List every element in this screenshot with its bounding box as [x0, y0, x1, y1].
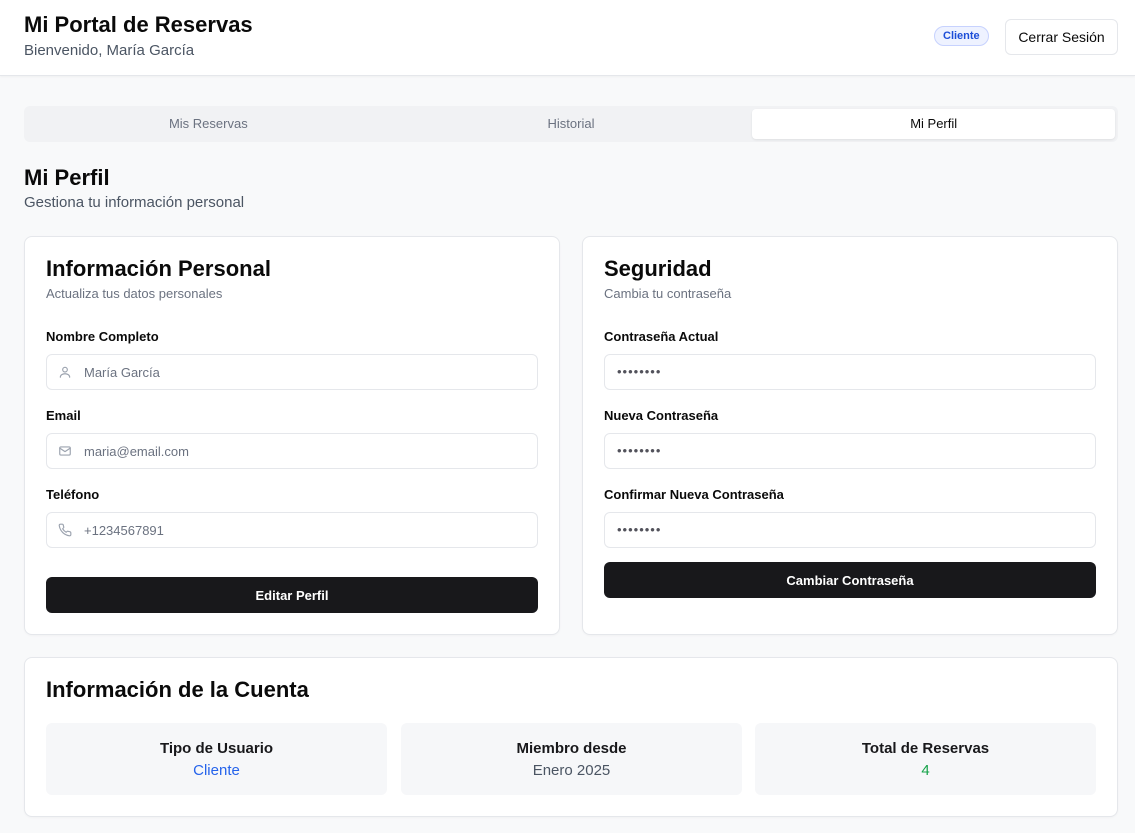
tab-mis-reservas[interactable]: Mis Reservas [27, 109, 390, 139]
new-password-input[interactable]: •••••••• [617, 434, 661, 468]
phone-field [46, 512, 538, 548]
confirm-password-field[interactable]: •••••••• [604, 512, 1096, 548]
user-icon [59, 366, 71, 378]
email-input[interactable] [84, 434, 529, 468]
stat-total-bookings: Total de Reservas 4 [755, 723, 1096, 795]
account-info-card: Información de la Cuenta Tipo de Usuario… [24, 657, 1118, 817]
edit-profile-button[interactable]: Editar Perfil [46, 577, 538, 613]
confirm-password-input[interactable]: •••••••• [617, 513, 661, 547]
mail-icon [59, 446, 71, 456]
current-password-label: Contraseña Actual [604, 329, 719, 344]
full-name-label: Nombre Completo [46, 329, 159, 344]
current-password-input[interactable]: •••••••• [617, 355, 661, 389]
full-name-field [46, 354, 538, 390]
security-title: Seguridad [604, 256, 712, 281]
tab-mi-perfil[interactable]: Mi Perfil [752, 109, 1116, 139]
new-password-field[interactable]: •••••••• [604, 433, 1096, 469]
personal-info-title: Información Personal [46, 256, 271, 281]
welcome-message: Bienvenido, María García [24, 42, 195, 59]
app-header: Mi Portal de Reservas Bienvenido, María … [0, 0, 1135, 76]
email-field [46, 433, 538, 469]
security-description: Cambia tu contraseña [604, 286, 732, 301]
phone-icon [58, 523, 72, 537]
new-password-label: Nueva Contraseña [604, 408, 719, 423]
phone-input[interactable] [84, 513, 529, 547]
personal-info-description: Actualiza tus datos personales [46, 286, 223, 301]
tab-historial[interactable]: Historial [390, 109, 753, 139]
phone-label: Teléfono [46, 487, 100, 502]
stat-user-type-value: Cliente [193, 762, 240, 779]
confirm-password-label: Confirmar Nueva Contraseña [604, 487, 784, 502]
stat-user-type: Tipo de Usuario Cliente [46, 723, 387, 795]
stat-user-type-label: Tipo de Usuario [159, 740, 274, 757]
stat-total-bookings-value: 4 [921, 762, 930, 779]
personal-info-card: Información Personal Actualiza tus datos… [24, 236, 560, 635]
tab-bar: Mis Reservas Historial Mi Perfil [24, 106, 1118, 142]
page-subtitle: Gestiona tu información personal [24, 194, 245, 211]
account-info-title: Información de la Cuenta [46, 677, 309, 702]
stat-member-since-value: Enero 2025 [532, 762, 611, 779]
logout-button[interactable]: Cerrar Sesión [1005, 19, 1118, 55]
current-password-field[interactable]: •••••••• [604, 354, 1096, 390]
app-title: Mi Portal de Reservas [24, 12, 253, 37]
role-badge: Cliente [934, 26, 989, 46]
email-label: Email [46, 408, 81, 423]
security-card: Seguridad Cambia tu contraseña Contraseñ… [582, 236, 1118, 635]
stat-total-bookings-label: Total de Reservas [861, 740, 990, 757]
page-title: Mi Perfil [24, 165, 110, 190]
stat-member-since-label: Miembro desde [516, 740, 627, 757]
full-name-input[interactable] [84, 355, 529, 389]
stat-member-since: Miembro desde Enero 2025 [401, 723, 742, 795]
change-password-button[interactable]: Cambiar Contraseña [604, 562, 1096, 598]
